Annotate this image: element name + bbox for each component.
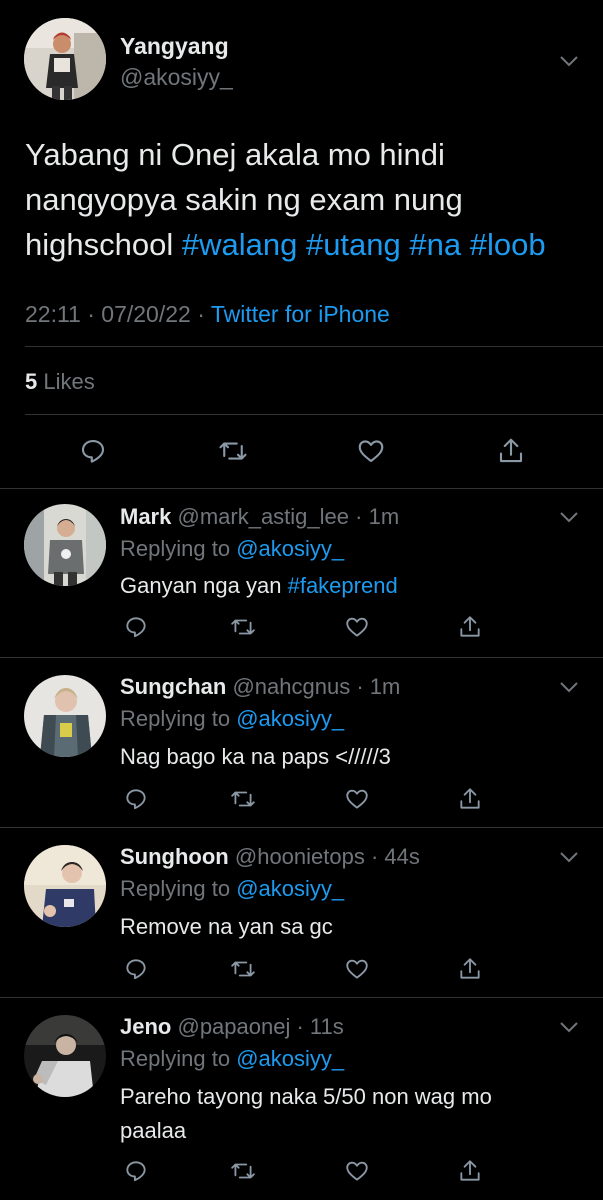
avatar[interactable] bbox=[24, 504, 106, 586]
retweet-icon[interactable] bbox=[230, 956, 256, 982]
tweet-meta: 22:11 · 07/20/22 · Twitter for iPhone bbox=[25, 301, 390, 328]
author-name[interactable]: Sungchan bbox=[120, 674, 226, 699]
author-handle[interactable]: @hoonietops bbox=[235, 844, 365, 869]
share-icon[interactable] bbox=[496, 436, 526, 466]
reply-tweet[interactable]: Sunghoon @hoonietops · 44s Replying to @… bbox=[0, 828, 603, 997]
retweet-icon[interactable] bbox=[230, 614, 256, 640]
reply-icon[interactable] bbox=[78, 436, 108, 466]
author-handle[interactable]: @nahcgnus bbox=[232, 674, 350, 699]
reply-text: Ganyan nga yan #fakeprend bbox=[120, 569, 560, 603]
reply-body: Ganyan nga yan bbox=[120, 573, 282, 598]
avatar[interactable] bbox=[24, 675, 106, 757]
reply-icon[interactable] bbox=[123, 786, 149, 812]
reply-icon[interactable] bbox=[123, 614, 149, 640]
chevron-down-icon[interactable] bbox=[557, 1015, 581, 1039]
tweet-source-link[interactable]: Twitter for iPhone bbox=[211, 301, 390, 327]
mention-link[interactable]: @akosiyy_ bbox=[236, 1046, 344, 1071]
hashtag-link[interactable]: #na bbox=[409, 227, 461, 262]
replying-label: Replying to bbox=[120, 536, 231, 561]
reply-icon[interactable] bbox=[123, 956, 149, 982]
retweet-icon[interactable] bbox=[230, 1158, 256, 1184]
reply-tweet[interactable]: Sungchan @nahcgnus · 1m Replying to @ako… bbox=[0, 658, 603, 827]
share-icon[interactable] bbox=[457, 1158, 483, 1184]
replying-label: Replying to bbox=[120, 706, 231, 731]
author-name[interactable]: Jeno bbox=[120, 1014, 171, 1039]
retweet-icon[interactable] bbox=[230, 786, 256, 812]
author-handle[interactable]: @papaonej bbox=[177, 1014, 290, 1039]
tweet-text: Yabang ni Onej akala mo hindi nangyopya … bbox=[25, 132, 595, 267]
mention-link[interactable]: @akosiyy_ bbox=[236, 876, 344, 901]
reply-body: Pareho tayong naka 5/50 non wag mo paala… bbox=[120, 1084, 492, 1143]
author-handle[interactable]: @mark_astig_lee bbox=[177, 504, 349, 529]
replying-to: Replying to @akosiyy_ bbox=[120, 536, 344, 562]
tweet-timestamp: 22:11 · 07/20/22 · bbox=[25, 301, 205, 327]
reply-icon[interactable] bbox=[123, 1158, 149, 1184]
likes-label: Likes bbox=[43, 369, 95, 394]
reply-text: Remove na yan sa gc bbox=[120, 910, 560, 944]
reply-text: Nag bago ka na paps </////3 bbox=[120, 740, 560, 774]
reply-header: Jeno @papaonej · 11s bbox=[120, 1014, 344, 1040]
avatar[interactable] bbox=[24, 1015, 106, 1097]
heart-icon[interactable] bbox=[344, 1158, 370, 1184]
author-name[interactable]: Sunghoon bbox=[120, 844, 229, 869]
reply-text: Pareho tayong naka 5/50 non wag mo paala… bbox=[120, 1080, 560, 1148]
avatar[interactable] bbox=[24, 845, 106, 927]
likes-count[interactable]: 5 Likes bbox=[25, 369, 95, 395]
author-name[interactable]: Yangyang bbox=[120, 33, 229, 60]
reply-time: · 1m bbox=[355, 504, 400, 529]
mention-link[interactable]: @akosiyy_ bbox=[236, 536, 344, 561]
author-handle[interactable]: @akosiyy_ bbox=[120, 64, 233, 91]
heart-icon[interactable] bbox=[344, 956, 370, 982]
reply-body: Nag bago ka na paps </////3 bbox=[120, 744, 391, 769]
replying-label: Replying to bbox=[120, 876, 231, 901]
mention-link[interactable]: @akosiyy_ bbox=[236, 706, 344, 731]
replying-to: Replying to @akosiyy_ bbox=[120, 1046, 344, 1072]
avatar[interactable] bbox=[24, 18, 106, 100]
replying-label: Replying to bbox=[120, 1046, 231, 1071]
reply-header: Sunghoon @hoonietops · 44s bbox=[120, 844, 420, 870]
hashtag-link[interactable]: #loob bbox=[470, 227, 546, 262]
likes-number: 5 bbox=[25, 369, 38, 394]
heart-icon[interactable] bbox=[344, 786, 370, 812]
share-icon[interactable] bbox=[457, 786, 483, 812]
chevron-down-icon[interactable] bbox=[557, 845, 581, 869]
share-icon[interactable] bbox=[457, 614, 483, 640]
replying-to: Replying to @akosiyy_ bbox=[120, 876, 344, 902]
heart-icon[interactable] bbox=[356, 436, 386, 466]
reply-header: Mark @mark_astig_lee · 1m bbox=[120, 504, 399, 530]
chevron-down-icon[interactable] bbox=[557, 49, 581, 73]
divider bbox=[25, 414, 603, 415]
retweet-icon[interactable] bbox=[218, 436, 248, 466]
heart-icon[interactable] bbox=[344, 614, 370, 640]
reply-tweet[interactable]: Mark @mark_astig_lee · 1m Replying to @a… bbox=[0, 489, 603, 657]
reply-time: · 1m bbox=[356, 674, 401, 699]
author-name[interactable]: Mark bbox=[120, 504, 171, 529]
reply-time: · 11s bbox=[296, 1014, 344, 1039]
chevron-down-icon[interactable] bbox=[557, 505, 581, 529]
reply-tweet[interactable]: Jeno @papaonej · 11s Replying to @akosiy… bbox=[0, 998, 603, 1200]
reply-body: Remove na yan sa gc bbox=[120, 914, 333, 939]
hashtag-link[interactable]: #fakeprend bbox=[288, 573, 398, 598]
main-tweet: Yangyang @akosiyy_ Yabang ni Onej akala … bbox=[0, 0, 603, 488]
reply-header: Sungchan @nahcgnus · 1m bbox=[120, 674, 400, 700]
share-icon[interactable] bbox=[457, 956, 483, 982]
hashtag-link[interactable]: #utang bbox=[306, 227, 401, 262]
reply-time: · 44s bbox=[370, 844, 420, 869]
hashtag-link[interactable]: #walang bbox=[182, 227, 297, 262]
divider bbox=[25, 346, 603, 347]
chevron-down-icon[interactable] bbox=[557, 675, 581, 699]
replying-to: Replying to @akosiyy_ bbox=[120, 706, 344, 732]
